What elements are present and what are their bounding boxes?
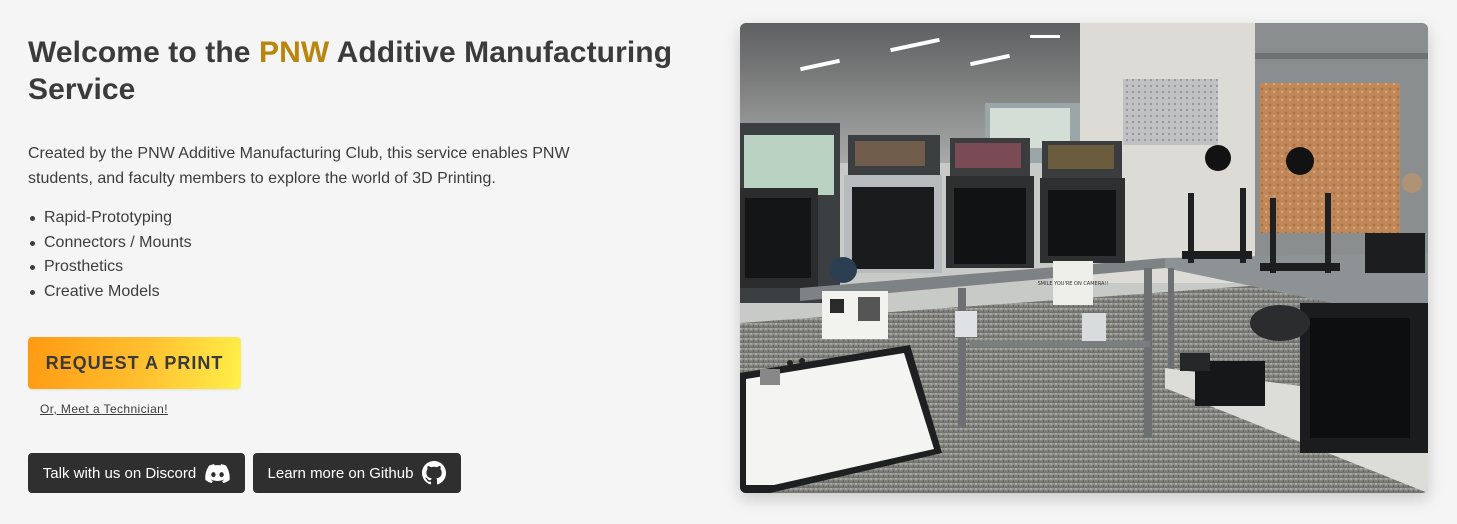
feature-list: Rapid-Prototyping Connectors / Mounts Pr…	[28, 206, 688, 305]
meet-technician-link[interactable]: Or, Meet a Technician!	[40, 402, 168, 416]
lab-photo: SMILE YOU'RE ON CAMERA!!	[740, 23, 1428, 493]
request-print-button[interactable]: REQUEST A PRINT	[28, 337, 241, 389]
feature-item: Rapid-Prototyping	[30, 206, 688, 231]
feature-item: Creative Models	[30, 280, 688, 305]
title-prefix: Welcome to the	[28, 36, 259, 69]
discord-button[interactable]: Talk with us on Discord	[28, 453, 245, 493]
hero-description: Created by the PNW Additive Manufacturin…	[28, 145, 570, 187]
title-highlight: PNW	[258, 36, 330, 69]
discord-icon	[205, 463, 230, 483]
feature-item: Connectors / Mounts	[30, 231, 688, 256]
github-icon	[422, 461, 447, 485]
hero-text-column: Welcome to the PNW Additive Manufacturin…	[28, 34, 688, 493]
feature-item: Prosthetics	[30, 255, 688, 280]
github-button-label: Learn more on Github	[267, 464, 414, 482]
page-title: Welcome to the PNW Additive Manufacturin…	[28, 34, 688, 108]
camera-sign-text: SMILE YOU'RE ON CAMERA!!	[1038, 281, 1109, 287]
discord-button-label: Talk with us on Discord	[42, 464, 197, 482]
hero-section: Welcome to the PNW Additive Manufacturin…	[0, 0, 1457, 524]
github-button[interactable]: Learn more on Github	[253, 453, 461, 493]
